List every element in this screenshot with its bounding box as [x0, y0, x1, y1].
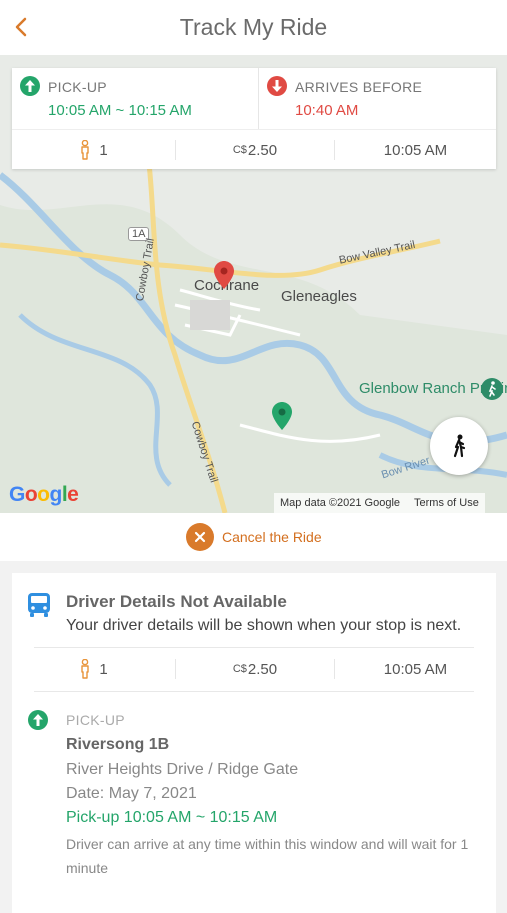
pickup-note: Driver can arrive at any time within thi…: [66, 836, 469, 876]
fare: C$ 2.50: [176, 130, 334, 170]
summary-time: 10:05 AM: [383, 141, 448, 159]
gleneagles-label: Gleneagles: [281, 288, 357, 305]
pickup-pin-icon[interactable]: [272, 402, 292, 430]
passenger-count-value: 1: [99, 660, 108, 678]
bus-icon: [28, 593, 50, 617]
arrow-up-circle-icon: [20, 76, 40, 96]
cancel-bar: Cancel the Ride: [0, 513, 507, 561]
pickup-window: Pick-up 10:05 AM ~ 10:15 AM: [66, 809, 278, 826]
park-label: Glenbow Ranch Provincial Park: [359, 380, 507, 397]
fare-currency: C$: [232, 663, 247, 675]
park-icon: [481, 378, 503, 400]
walking-person-icon: [453, 434, 466, 458]
walking-directions-button[interactable]: [430, 417, 488, 475]
close-circle-icon: [186, 523, 214, 551]
driver-card: Driver Details Not Available Your driver…: [12, 573, 496, 913]
fare-currency: C$: [232, 144, 247, 156]
divider: [34, 691, 474, 692]
driver-title: Driver Details Not Available: [66, 592, 287, 611]
map-attribution: Map data ©2021 Google Terms of Use: [274, 493, 485, 513]
pickup-label: PICK-UP: [48, 79, 107, 95]
map-data-text: Map data ©2021 Google: [280, 497, 401, 509]
stop-date: Date: May 7, 2021: [66, 785, 197, 802]
fare-amount: 2.50: [247, 141, 278, 159]
arrow-down-circle-icon: [267, 76, 287, 96]
terms-of-use-link[interactable]: Terms of Use: [414, 497, 479, 509]
map-view[interactable]: PICK-UP 10:05 AM ~ 10:15 AM ARRIVES BEFO…: [0, 55, 507, 513]
destination-pin-icon[interactable]: [214, 261, 234, 289]
stop-pickup-label: PICK-UP: [66, 712, 125, 728]
passenger-count: 1: [12, 130, 175, 170]
person-icon: [81, 659, 90, 679]
ride-summary-card: PICK-UP 10:05 AM ~ 10:15 AM ARRIVES BEFO…: [12, 68, 496, 169]
arrives-time: 10:40 AM: [295, 102, 359, 119]
pickup-summary: PICK-UP 10:05 AM ~ 10:15 AM: [12, 68, 259, 129]
pickup-time: 10:05 AM ~ 10:15 AM: [48, 102, 192, 119]
stop-name: Riversong 1B: [66, 736, 170, 753]
arrives-label: ARRIVES BEFORE: [295, 79, 423, 95]
driver-time: 10:05 AM: [383, 660, 448, 678]
cancel-ride-button[interactable]: Cancel the Ride: [186, 523, 322, 551]
fare-amount: 2.50: [247, 660, 278, 678]
fare: C$ 2.50: [176, 648, 334, 690]
driver-stats: 1 C$ 2.50 10:05 AM: [12, 648, 496, 690]
google-logo: Google: [9, 483, 79, 506]
stop-address: River Heights Drive / Ridge Gate: [66, 761, 299, 778]
passenger-count-value: 1: [99, 141, 108, 159]
passenger-count: 1: [12, 648, 175, 690]
page-title: Track My Ride: [179, 14, 328, 40]
driver-subtitle: Your driver details will be shown when y…: [66, 617, 462, 634]
cancel-ride-label: Cancel the Ride: [222, 529, 322, 545]
arrow-up-circle-icon: [28, 710, 48, 730]
arrives-summary: ARRIVES BEFORE 10:40 AM: [259, 68, 496, 129]
person-icon: [81, 140, 90, 160]
header: Track My Ride: [0, 0, 507, 55]
